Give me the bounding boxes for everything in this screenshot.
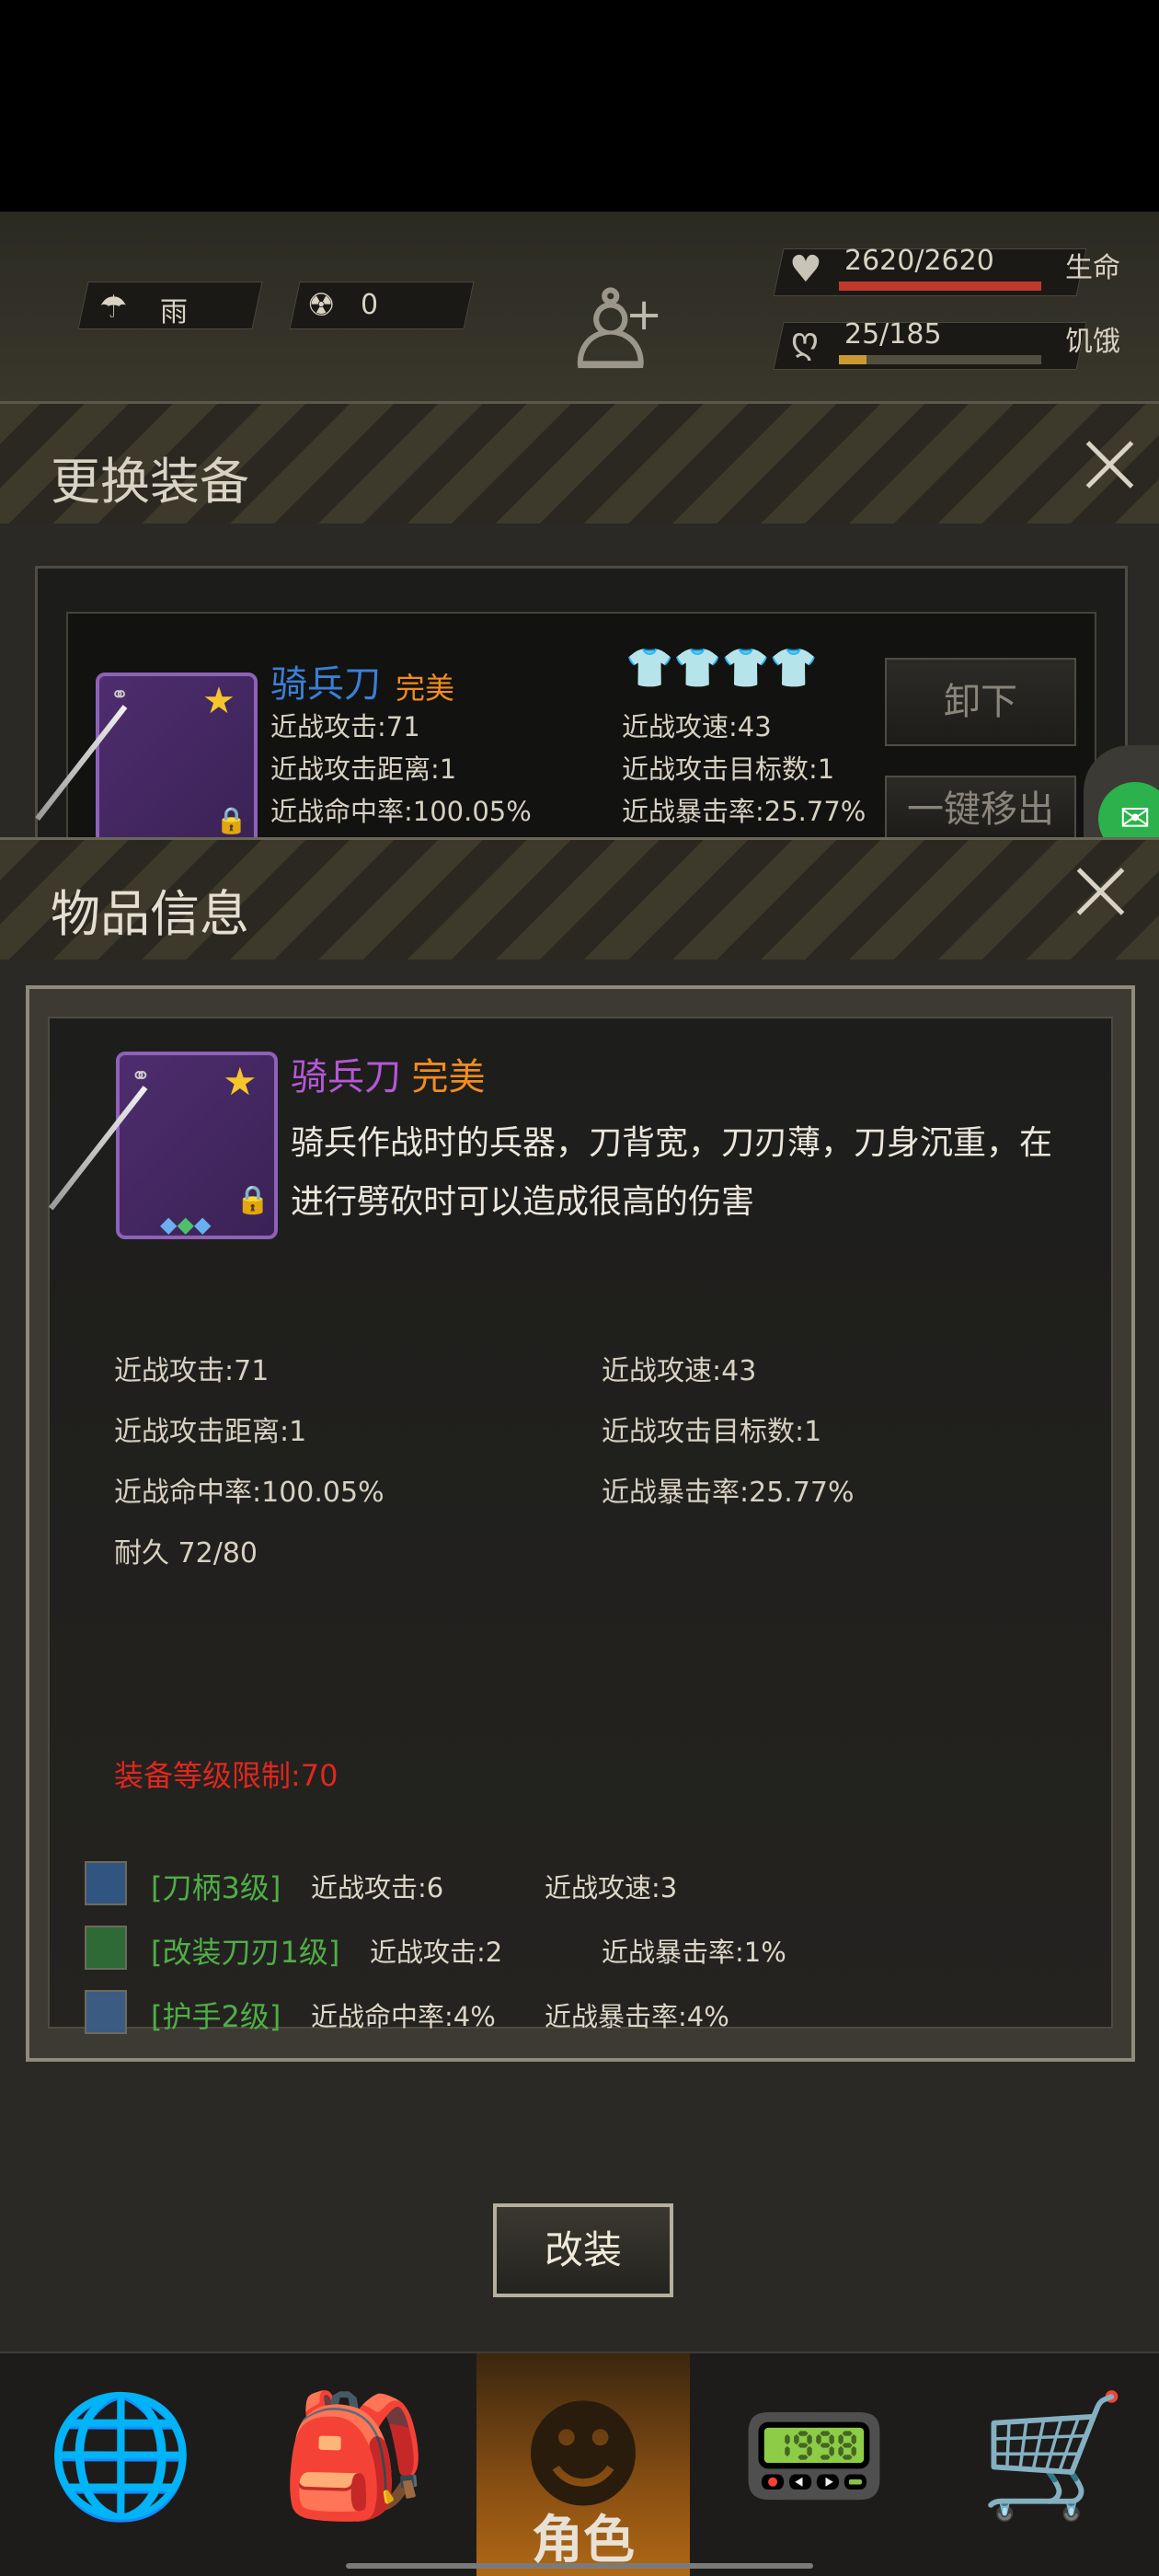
mod-label: [改装刀刃1级] bbox=[151, 1935, 340, 1970]
handle-mod-icon bbox=[85, 1861, 127, 1905]
nav-backpack[interactable]: 🎒 bbox=[258, 2353, 451, 2576]
equipped-stat: 近战攻击距离:1 bbox=[270, 753, 457, 785]
gem-sockets-icon: ◆◆◆ bbox=[160, 1212, 212, 1237]
modify-button[interactable]: 改装 bbox=[493, 2203, 673, 2297]
item-name: 骑兵刀 bbox=[291, 1056, 401, 1098]
globe-icon: 🌐 bbox=[46, 2386, 195, 2525]
item-info-title: 物品信息 bbox=[51, 885, 249, 943]
item-stat: 近战命中率:100.05% bbox=[114, 1477, 384, 1509]
hunger-bar-fill bbox=[839, 355, 866, 364]
mod-stat: 近战暴击率:4% bbox=[545, 2001, 729, 2032]
bottom-nav: 🌐 🎒 ☻ 角色 📟 🛒 bbox=[0, 2352, 1159, 2576]
item-icon: ⚭ ★ 🔒 ◆◆◆ bbox=[49, 1052, 278, 1239]
radiation-icon: ☢ bbox=[307, 287, 336, 324]
equipped-stat: 近战攻击目标数:1 bbox=[622, 753, 835, 785]
equip-panel-title: 更换装备 bbox=[51, 453, 249, 511]
mod-stat: 近战命中率:4% bbox=[311, 2001, 496, 2032]
equipped-stat: 近战暴击率:25.77% bbox=[622, 796, 866, 827]
star-icon: ★ bbox=[223, 1059, 258, 1104]
status-hud: ☂ 雨 ☢ 0 ♙ + ♥ 2620/2620 生命 ღ 25/185 饥饿 bbox=[0, 212, 1159, 414]
heart-icon: ♥ bbox=[789, 248, 822, 291]
radio-icon: 📟 bbox=[740, 2386, 889, 2525]
mod-stat: 近战攻击:2 bbox=[370, 1937, 503, 1968]
mod-label: [护手2级] bbox=[151, 1999, 281, 2034]
rain-icon: ☂ bbox=[99, 289, 128, 326]
health-bar-fill bbox=[839, 282, 1041, 291]
mod-stat: 近战攻击:6 bbox=[311, 1872, 444, 1903]
equipped-stat: 近战攻速:43 bbox=[622, 711, 772, 742]
hunger-label: 饥饿 bbox=[1065, 326, 1120, 358]
stomach-icon: ღ bbox=[791, 320, 819, 361]
star-icon: ★ bbox=[202, 680, 235, 722]
item-quality: 完美 bbox=[411, 1056, 486, 1098]
guard-mod-icon bbox=[85, 1990, 127, 2034]
health-value: 2620/2620 bbox=[844, 245, 994, 277]
nav-radio[interactable]: 📟 bbox=[717, 2353, 911, 2576]
item-stat: 近战攻击:71 bbox=[114, 1355, 270, 1387]
equipped-stat: 近战命中率:100.05% bbox=[270, 796, 532, 827]
remove-all-button[interactable]: 一键移出 bbox=[885, 776, 1076, 840]
equipped-stat: 近战攻击:71 bbox=[270, 711, 420, 742]
cart-icon: 🛒 bbox=[979, 2386, 1128, 2525]
blade-mod-icon bbox=[85, 1926, 127, 1970]
nav-shop[interactable]: 🛒 bbox=[957, 2353, 1150, 2576]
backpack-icon: 🎒 bbox=[280, 2386, 429, 2525]
hunger-value: 25/185 bbox=[844, 318, 942, 351]
item-title-line: 骑兵刀 完美 bbox=[291, 1048, 1082, 1109]
health-bar bbox=[839, 282, 1041, 291]
nav-character[interactable]: ☻ 角色 bbox=[476, 2353, 690, 2576]
hunger-bar bbox=[839, 355, 1041, 364]
link-icon: ⚭ bbox=[110, 682, 130, 707]
equipped-item-name: 骑兵刀 bbox=[270, 663, 381, 706]
item-info-close-icon[interactable] bbox=[1073, 864, 1128, 919]
nav-world[interactable]: 🌐 bbox=[24, 2353, 217, 2576]
item-stat: 近战暴击率:25.77% bbox=[602, 1477, 855, 1509]
level-limit: 装备等级限制:70 bbox=[114, 1758, 339, 1793]
item-stat: 近战攻击目标数:1 bbox=[602, 1416, 822, 1448]
plus-icon[interactable]: + bbox=[625, 289, 662, 340]
equipped-item-quality: 完美 bbox=[396, 671, 455, 706]
lock-icon: 🔒 bbox=[215, 805, 247, 835]
mod-stat: 近战攻速:3 bbox=[545, 1872, 678, 1903]
unequip-button[interactable]: 卸下 bbox=[885, 658, 1076, 746]
link-icon: ⚭ bbox=[131, 1063, 151, 1090]
mod-stat: 近战暴击率:1% bbox=[602, 1937, 786, 1968]
health-label: 生命 bbox=[1065, 252, 1120, 284]
equip-close-icon[interactable] bbox=[1082, 437, 1137, 492]
equipped-item-icon[interactable]: ⚭ ★ 🔒 bbox=[35, 673, 258, 847]
lock-icon: 🔒 bbox=[235, 1184, 270, 1216]
item-info-modal: 物品信息 ⚭ ★ 🔒 ◆◆◆ 骑兵刀 完美 骑兵作战时的兵器，刀背宽，刀刃薄，刀… bbox=[0, 837, 1159, 2328]
item-description: 骑兵作战时的兵器，刀背宽，刀刃薄，刀身沉重，在进行劈砍时可以造成很高的伤害 bbox=[291, 1124, 1053, 1221]
clothing-slots-icon: 👕👕👕👕 bbox=[625, 645, 819, 690]
item-durability: 耐久 72/80 bbox=[114, 1537, 258, 1570]
home-indicator[interactable] bbox=[346, 2563, 813, 2569]
radiation-value: 0 bbox=[361, 289, 379, 321]
nav-character-label: 角色 bbox=[532, 2511, 635, 2570]
item-stat: 近战攻击距离:1 bbox=[114, 1416, 307, 1448]
mod-label: [刀柄3级] bbox=[151, 1870, 281, 1905]
item-stat: 近战攻速:43 bbox=[602, 1355, 757, 1387]
weather-text: 雨 bbox=[160, 296, 188, 328]
